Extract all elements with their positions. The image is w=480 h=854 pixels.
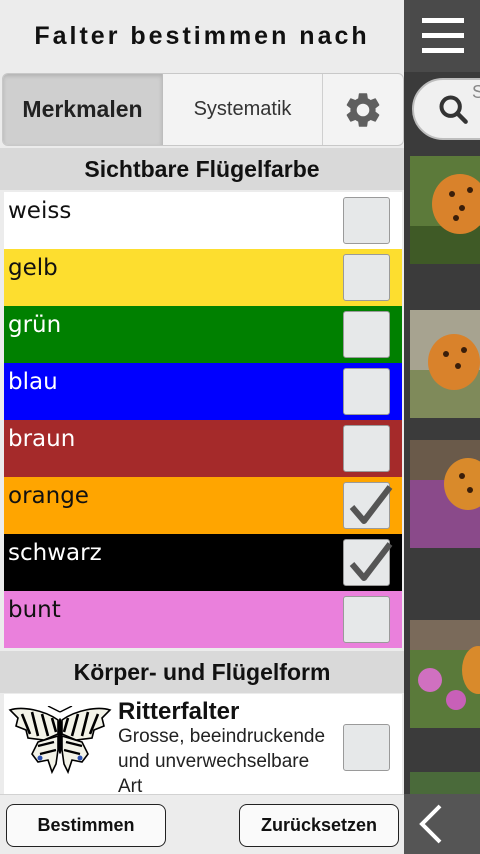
color-checkbox[interactable]	[343, 311, 390, 358]
result-photo-5[interactable]	[410, 772, 480, 794]
search-field[interactable]: S	[412, 78, 480, 140]
color-label: grün	[8, 312, 62, 338]
filter-drawer: Falter bestimmen nach Merkmalen Systemat…	[0, 0, 404, 854]
color-checkbox[interactable]	[343, 425, 390, 472]
color-row-2[interactable]: grün	[4, 306, 402, 363]
species-description: Grosse, beeindruckende und unverwechselb…	[118, 726, 326, 797]
result-photo-2[interactable]	[410, 310, 480, 418]
swallowtail-butterfly-icon	[8, 706, 112, 775]
result-photo-1[interactable]	[410, 156, 480, 264]
color-checkbox[interactable]	[343, 368, 390, 415]
color-row-7[interactable]: bunt	[4, 591, 402, 648]
settings-button[interactable]	[323, 74, 403, 145]
result-photo-4[interactable]	[410, 620, 480, 728]
color-label: bunt	[8, 597, 61, 623]
color-label: gelb	[8, 255, 58, 281]
color-filter-list: weiss gelb grün blau braun orange schwarz bunt	[4, 192, 402, 648]
zuruecksetzen-button[interactable]: Zurücksetzen	[239, 804, 399, 847]
results-panel: S	[404, 0, 480, 854]
color-row-0[interactable]: weiss	[4, 192, 402, 249]
checkmark-icon	[349, 485, 393, 524]
color-checkbox[interactable]	[343, 197, 390, 244]
back-button[interactable]	[404, 794, 480, 854]
color-row-3[interactable]: blau	[4, 363, 402, 420]
species-checkbox[interactable]	[343, 724, 390, 771]
color-checkbox[interactable]	[343, 539, 393, 586]
color-checkbox[interactable]	[343, 596, 390, 643]
mode-segmented-control: Merkmalen Systematik	[2, 73, 404, 146]
section-header-flugelfarbe: Sichtbare Flügelfarbe	[0, 148, 404, 190]
color-row-5[interactable]: orange	[4, 477, 402, 534]
result-photo-3[interactable]	[410, 440, 480, 548]
menu-button[interactable]	[404, 0, 480, 72]
checkmark-icon	[349, 542, 393, 581]
drawer-title: Falter bestimmen nach	[34, 22, 370, 50]
hamburger-menu-icon	[422, 18, 464, 53]
search-icon	[439, 95, 468, 124]
species-name: Ritterfalter	[118, 698, 240, 725]
color-label: braun	[8, 426, 76, 452]
bottom-action-bar: Bestimmen Zurücksetzen	[0, 794, 404, 854]
search-partial-text: S	[472, 82, 480, 102]
section-header-form: Körper- und Flügelform	[0, 651, 404, 693]
gear-icon	[346, 92, 380, 127]
tab-systematik[interactable]: Systematik	[163, 74, 323, 145]
bestimmen-button[interactable]: Bestimmen	[6, 804, 166, 847]
color-checkbox[interactable]	[343, 482, 393, 529]
chevron-left-icon	[419, 804, 442, 844]
color-row-1[interactable]: gelb	[4, 249, 402, 306]
color-label: schwarz	[8, 540, 102, 566]
color-row-6[interactable]: schwarz	[4, 534, 402, 591]
species-row-ritterfalter[interactable]: Ritterfalter Grosse, beeindruckende und …	[4, 694, 402, 797]
tab-merkmalen[interactable]: Merkmalen	[3, 74, 163, 145]
color-label: orange	[8, 483, 89, 509]
color-checkbox[interactable]	[343, 254, 390, 301]
color-row-4[interactable]: braun	[4, 420, 402, 477]
color-label: weiss	[8, 198, 72, 224]
color-label: blau	[8, 369, 58, 395]
